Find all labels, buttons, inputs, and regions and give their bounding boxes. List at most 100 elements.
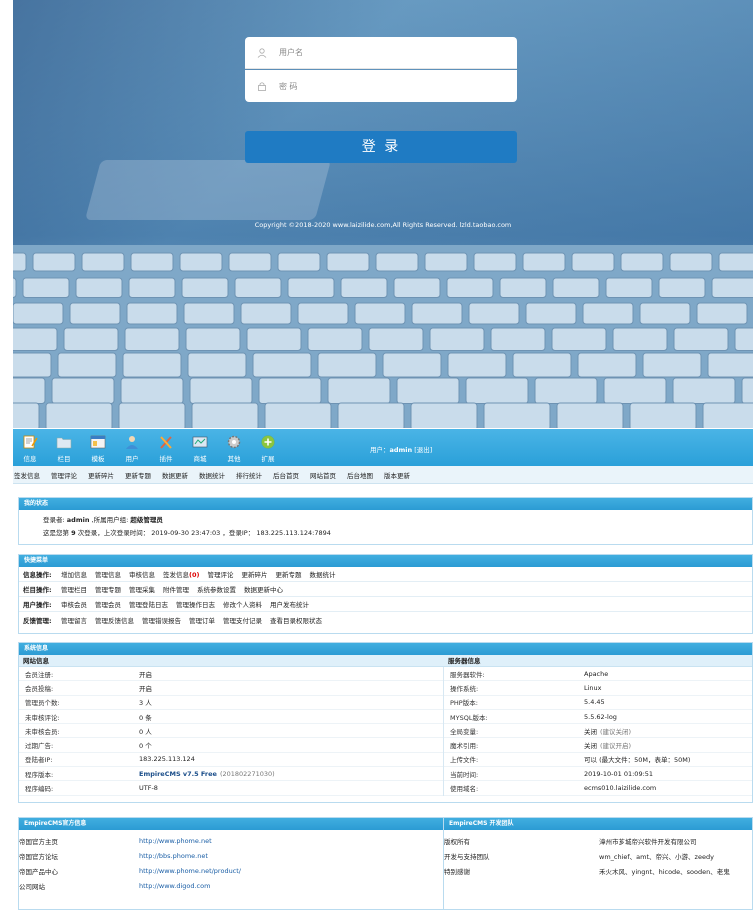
info-value[interactable]: http://www.phome.net/product/: [139, 867, 241, 875]
submenu-item[interactable]: 排行统计: [236, 470, 262, 480]
keyboard-key: [189, 377, 253, 404]
quick-link[interactable]: 更新碎片: [241, 569, 267, 579]
user-name: admin: [389, 446, 413, 454]
info-value: 2019-10-01 01:09:51: [584, 769, 654, 778]
keyboard-key: [118, 402, 186, 428]
submenu-item[interactable]: 后台地图: [347, 470, 373, 480]
quick-link[interactable]: 管理登陆日志: [129, 599, 168, 609]
last-login-time: 2019-09-30 23:47:03: [151, 529, 221, 537]
toolbar-item-template[interactable]: 模板: [81, 433, 115, 466]
quick-link[interactable]: 管理栏目: [61, 584, 87, 594]
submenu-item[interactable]: 更新碎片: [88, 470, 114, 480]
info-value[interactable]: http://www.phome.net: [139, 837, 212, 845]
toolbar-label: 用户: [125, 455, 139, 463]
keyboard-key: [45, 402, 113, 428]
quick-link[interactable]: 管理专题: [95, 584, 121, 594]
info-value: 5.4.45: [584, 698, 605, 707]
quick-link[interactable]: 管理留言: [61, 615, 87, 625]
quick-link[interactable]: 管理错误报告: [142, 615, 181, 625]
quick-link[interactable]: 系统参数设置: [197, 584, 236, 594]
info-key: 会员注册:: [25, 670, 54, 679]
keyboard-key: [711, 277, 753, 298]
toolbar-item-shop[interactable]: 商城: [183, 433, 217, 466]
site-info-title: 网站信息: [23, 657, 49, 665]
username-field[interactable]: 用户名: [245, 37, 517, 69]
site-info-row: 未审核会员: 0 人: [19, 724, 443, 739]
keyboard-key: [393, 277, 441, 298]
submenu-item[interactable]: 数据统计: [199, 470, 225, 480]
submenu-item[interactable]: 管理评论: [51, 470, 77, 480]
toolbar-item-info[interactable]: 信息: [13, 433, 47, 466]
keyboard-key: [179, 252, 223, 272]
keyboard-key: [234, 277, 282, 298]
quick-link[interactable]: 管理订单: [189, 615, 215, 625]
quick-link[interactable]: 签发信息(0): [163, 569, 199, 579]
info-key: 程序编码:: [25, 785, 54, 794]
submenu-item[interactable]: 数据更新: [162, 470, 188, 480]
keyboard-key: [240, 302, 292, 325]
keyboard-key: [181, 277, 229, 298]
keyboard-key: [287, 277, 335, 298]
info-key: 上传文件:: [450, 756, 479, 765]
quick-link[interactable]: 管理信息: [95, 569, 121, 579]
site-info-row: 过期广告: 0 个: [19, 738, 443, 753]
server-info-row: 服务器软件: Apache: [444, 667, 752, 682]
keyboard-key: [734, 327, 753, 351]
toolbar-item-extend[interactable]: 扩展: [251, 433, 285, 466]
submenu-item[interactable]: 后台首页: [273, 470, 299, 480]
info-value[interactable]: http://www.digod.com: [139, 882, 210, 890]
toolbar-item-other[interactable]: 其他: [217, 433, 251, 466]
keyboard-key: [128, 277, 176, 298]
server-info-row: PHP版本: 5.4.45: [444, 696, 752, 710]
tools-icon: [157, 433, 175, 451]
admin-dashboard: 信息 栏目 模板 用户 插件 商城 其他 扩展 用户：admin [退出] 签发…: [13, 429, 753, 912]
login-screen: 用户名 密 码 登 录 Copyright ©2018-2020 www.lai…: [13, 0, 753, 428]
password-field[interactable]: 密 码: [245, 70, 517, 102]
quick-link[interactable]: 审核会员: [61, 599, 87, 609]
quick-link[interactable]: 管理评论: [207, 569, 233, 579]
submenu-item[interactable]: 版本更新: [384, 470, 410, 480]
info-key: 程序版本:: [25, 770, 54, 779]
keyboard-key: [327, 377, 391, 404]
toolbar-item-column[interactable]: 栏目: [47, 433, 81, 466]
login-button[interactable]: 登 录: [245, 131, 517, 163]
quick-link[interactable]: 审核信息: [129, 569, 155, 579]
keyboard-key: [702, 402, 753, 428]
quick-link[interactable]: 增加信息: [61, 569, 87, 579]
quick-link[interactable]: 管理会员: [95, 599, 121, 609]
keyboard-key: [375, 252, 419, 272]
toolbar-label: 信息: [23, 455, 37, 463]
keyboard-key: [490, 327, 546, 351]
quick-row-info: 信息操作: 增加信息 管理信息 审核信息 签发信息(0) 管理评论 更新碎片 更…: [19, 567, 752, 582]
logout-link[interactable]: [退出]: [414, 446, 432, 454]
quick-link[interactable]: 数据更新中心: [244, 584, 283, 594]
info-value: 5.5.62-log: [584, 712, 617, 721]
official-info-row: 公司网站 http://www.digod.com: [19, 878, 443, 893]
pending-badge: (0): [189, 571, 200, 579]
keyboard-key: [81, 252, 125, 272]
quick-link[interactable]: 附件管理: [163, 584, 189, 594]
info-value[interactable]: http://bbs.phome.net: [139, 852, 208, 860]
user-icon: [123, 433, 141, 451]
quick-link[interactable]: 修改个人资料: [223, 599, 262, 609]
submenu-item[interactable]: 签发信息: [14, 470, 40, 480]
submenu-item[interactable]: 更新专题: [125, 470, 151, 480]
toolbar-item-plugin[interactable]: 插件: [149, 433, 183, 466]
quick-link[interactable]: 更新专题: [275, 569, 301, 579]
toolbar-item-user[interactable]: 用户: [115, 433, 149, 466]
keyboard-key: [410, 402, 478, 428]
folder-icon: [55, 433, 73, 451]
keyboard-key: [499, 277, 547, 298]
user-info: 用户：admin [退出]: [370, 444, 432, 454]
keyboard-key: [446, 277, 494, 298]
quick-link[interactable]: 查看目录权限状态: [270, 615, 322, 625]
panel-header: EmpireCMS官方信息: [19, 818, 443, 830]
quick-link[interactable]: 管理支付记录: [223, 615, 262, 625]
quick-link[interactable]: 管理采集: [129, 584, 155, 594]
info-key: 登陆者IP:: [25, 756, 53, 765]
quick-link[interactable]: 数据统计: [309, 569, 335, 579]
quick-link[interactable]: 管理反馈信息: [95, 615, 134, 625]
quick-link[interactable]: 用户发布统计: [270, 599, 309, 609]
submenu-item[interactable]: 网站首页: [310, 470, 336, 480]
quick-link[interactable]: 管理操作日志: [176, 599, 215, 609]
